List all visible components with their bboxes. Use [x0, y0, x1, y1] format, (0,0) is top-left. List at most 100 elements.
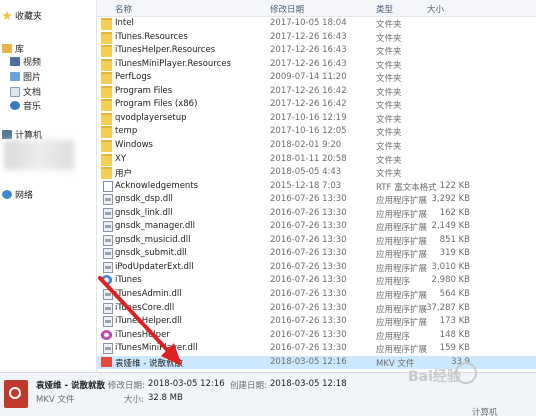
file-type: 文件夹 — [376, 33, 402, 44]
details-filename: 袁娅维 - 说散就散 — [36, 381, 105, 391]
header-date[interactable]: 修改日期 — [270, 3, 304, 15]
nav-library[interactable]: 库 — [2, 42, 24, 55]
file-type: RTF 富文本格式 — [376, 182, 437, 193]
file-name: iTunes — [115, 275, 142, 286]
file-name: Program Files (x86) — [115, 99, 198, 110]
file-row[interactable]: Program Files 2017-12-26 16:42 文件夹 — [97, 85, 536, 98]
itunes-helper-icon — [101, 329, 112, 340]
file-row[interactable]: gnsdk_manager.dll 2016-07-26 13:30 应用程序扩展 2… — [97, 220, 536, 233]
file-row[interactable]: iPodUpdaterExt.dll 2016-07-26 13:30 应用程序扩展… — [97, 261, 536, 274]
file-row[interactable]: iTunesCore.dll 2016-07-26 13:30 应用程序扩展 37,2… — [97, 302, 536, 315]
nav-videos-label: 视频 — [23, 58, 42, 68]
file-row[interactable]: PerfLogs 2009-07-14 11:20 文件夹 — [97, 71, 536, 85]
file-row[interactable]: gnsdk_link.dll 2016-07-26 13:30 应用程序扩展 162 … — [97, 207, 536, 220]
file-date: 2017-12-26 16:43 — [270, 58, 347, 69]
nav-favorites[interactable]: 收藏夹 — [2, 9, 42, 22]
file-row[interactable]: Intel 2017-10-05 18:04 文件夹 — [97, 17, 536, 30]
file-row[interactable]: iTunesMiniPlayer.Resources 2017-12-26 16:… — [97, 58, 536, 71]
file-type: 应用程序扩展 — [376, 291, 428, 301]
file-name: Windows — [115, 139, 153, 150]
folder-icon — [101, 139, 112, 152]
nav-pictures-label: 图片 — [23, 73, 42, 83]
file-name: iTunesHelper.Resources — [115, 45, 216, 56]
nav-music[interactable]: 音乐 — [10, 99, 41, 112]
document-icon — [103, 180, 113, 192]
file-row[interactable]: iTunes.Resources 2017-12-26 16:43 文件夹 — [97, 31, 536, 44]
dll-icon — [103, 221, 113, 233]
file-row[interactable]: iTunesHelper.dll 2016-07-26 13:30 应用程序扩展 17… — [97, 315, 536, 328]
folder-icon — [101, 18, 112, 30]
file-size: 173 KB — [439, 316, 470, 327]
file-row[interactable]: qvodplayersetup 2017-10-16 12:19 文件夹 — [97, 112, 536, 125]
file-date: 2017-12-26 16:43 — [270, 45, 347, 56]
navigation-pane[interactable]: 收藏夹 库 视频 图片 文档 音乐 计算机 网络 — [0, 0, 97, 372]
file-row[interactable]: XY 2018-01-11 20:58 文件夹 — [97, 153, 536, 166]
folder-icon — [101, 85, 112, 98]
library-icon — [2, 44, 12, 53]
file-name: iTunesAdmin.dll — [115, 289, 182, 299]
dll-icon — [103, 289, 113, 300]
file-date: 2017-10-16 12:05 — [270, 126, 347, 137]
file-row[interactable]: iTunesHelper.Resources 2017-12-26 16:43 文件… — [97, 44, 536, 58]
file-row[interactable]: gnsdk_dsp.dll 2016-07-26 13:30 应用程序扩展 3,292… — [97, 193, 536, 206]
nav-library-label: 库 — [15, 45, 25, 55]
details-size-label: 大小: — [124, 395, 144, 405]
star-icon — [2, 11, 12, 20]
file-size: 3,010 KB — [431, 261, 470, 272]
computer-icon — [2, 130, 12, 139]
file-row[interactable]: 用户 2018-05-05 4:43 文件夹 — [97, 166, 536, 180]
file-date: 2016-07-26 13:30 — [270, 261, 347, 272]
file-size: 159 KB — [439, 343, 470, 354]
details-size-value: 32.8 MB — [148, 393, 183, 403]
file-name: Program Files — [115, 85, 173, 96]
file-type: 文件夹 — [376, 101, 402, 112]
file-row[interactable]: iTunesMiniPlayer.dll 2016-07-26 13:30 应用程序… — [97, 342, 536, 355]
nav-network[interactable]: 网络 — [2, 188, 33, 201]
file-row[interactable]: gnsdk_submit.dll 2016-07-26 13:30 应用程序扩展 31… — [97, 247, 536, 260]
file-row[interactable]: iTunesAdmin.dll 2016-07-26 13:30 应用程序扩展 564… — [97, 288, 536, 301]
nav-documents[interactable]: 文档 — [10, 85, 41, 98]
file-type: 应用程序扩展 — [376, 345, 428, 356]
file-date: 2016-07-26 13:30 — [270, 248, 347, 259]
file-type: 应用程序扩展 — [376, 236, 428, 247]
nav-videos[interactable]: 视频 — [10, 55, 41, 68]
file-date: 2016-07-26 13:30 — [270, 221, 347, 232]
header-size[interactable]: 大小 — [427, 3, 444, 15]
file-row[interactable]: temp 2017-10-16 12:05 文件夹 — [97, 125, 536, 139]
file-row[interactable]: iTunesHelper 2016-07-26 13:30 应用程序 148 KB — [97, 329, 536, 342]
folder-icon — [101, 112, 112, 125]
file-name: iTunesMiniPlayer.dll — [115, 343, 198, 354]
file-size: 2,980 KB — [431, 275, 470, 286]
nav-documents-label: 文档 — [23, 88, 42, 98]
file-date: 2017-12-26 16:42 — [270, 99, 347, 110]
file-size: 3,292 KB — [431, 194, 470, 205]
folder-icon — [101, 99, 112, 112]
details-created-label: 创建日期: — [230, 381, 267, 391]
file-row[interactable]: Windows 2018-02-01 9:20 文件夹 — [97, 139, 536, 152]
nav-music-label: 音乐 — [23, 102, 42, 112]
file-type: 文件夹 — [376, 87, 402, 98]
file-date: 2018-01-11 20:58 — [270, 153, 347, 164]
file-date: 2016-07-26 13:30 — [270, 289, 347, 299]
folder-icon — [101, 31, 112, 44]
file-date: 2018-02-01 9:20 — [270, 139, 342, 150]
file-row[interactable]: gnsdk_musicid.dll 2016-07-26 13:30 应用程序扩展 8… — [97, 234, 536, 247]
file-type: 文件夹 — [376, 169, 402, 180]
file-date: 2015-12-18 7:03 — [270, 180, 342, 191]
file-type: 应用程序 — [376, 331, 411, 342]
header-name[interactable]: 名称 — [115, 3, 132, 15]
file-row[interactable]: Acknowledgements 2015-12-18 7:03 RTF 富文本格式… — [97, 180, 536, 193]
nav-pictures[interactable]: 图片 — [10, 70, 41, 83]
file-date: 2017-12-26 16:42 — [270, 85, 347, 96]
file-size: 122 KB — [439, 180, 470, 191]
details-created-value: 2018-03-05 12:18 — [270, 379, 347, 389]
file-date: 2016-07-26 13:30 — [270, 275, 347, 286]
music-icon — [10, 101, 20, 110]
column-header: 名称 修改日期 类型 大小 — [97, 0, 536, 17]
file-row[interactable]: Program Files (x86) 2017-12-26 16:42 文件夹 — [97, 98, 536, 112]
header-type[interactable]: 类型 — [376, 3, 393, 15]
file-type: 文件夹 — [376, 114, 402, 125]
file-type: 应用程序扩展 — [376, 250, 428, 261]
file-name: PerfLogs — [115, 72, 152, 83]
file-row[interactable]: iTunes 2016-07-26 13:30 应用程序 2,980 KB — [97, 274, 536, 287]
